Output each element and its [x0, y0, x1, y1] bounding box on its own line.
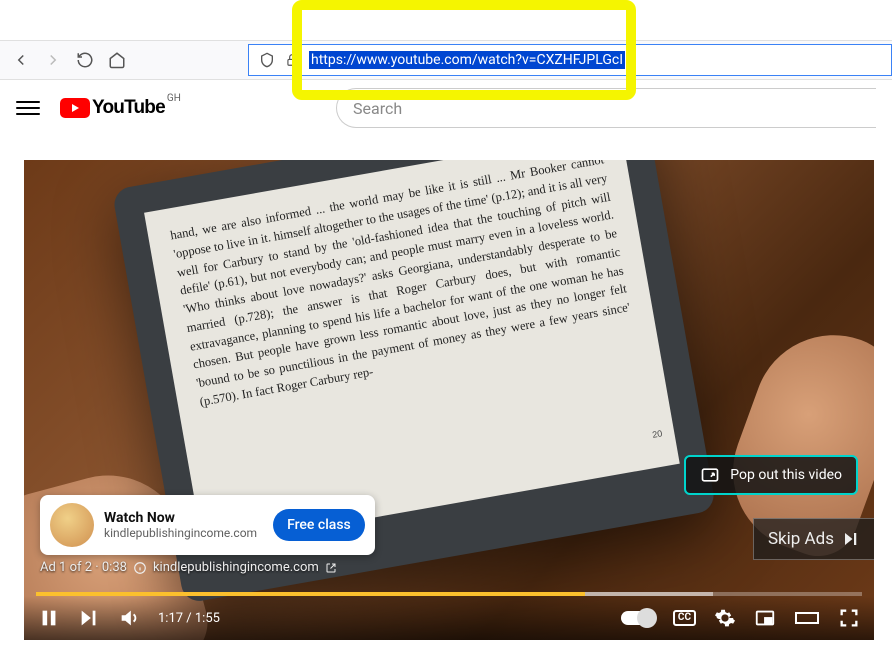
- back-button[interactable]: [12, 51, 30, 69]
- search-placeholder: Search: [353, 99, 402, 118]
- ad-domain-link[interactable]: kindlepublishingincome.com: [153, 560, 319, 575]
- player-controls: 1:17 / 1:55 CC: [24, 596, 874, 640]
- url-text[interactable]: https://www.youtube.com/watch?v=CXZHFJPL…: [309, 51, 625, 69]
- shield-icon: [259, 52, 275, 68]
- browser-toolbar: https://www.youtube.com/watch?v=CXZHFJPL…: [0, 40, 892, 80]
- forward-button: [44, 51, 62, 69]
- skip-label: Skip Ads: [768, 529, 834, 549]
- avatar: [50, 503, 94, 547]
- logo-text: YouTube: [92, 97, 165, 119]
- lock-icon: [285, 53, 299, 67]
- settings-button[interactable]: [714, 607, 736, 629]
- home-button[interactable]: [108, 51, 126, 69]
- volume-button[interactable]: [118, 607, 140, 629]
- play-icon: [60, 98, 90, 118]
- ad-counter: Ad 1 of 2 · 0:38: [40, 560, 127, 575]
- fullscreen-button[interactable]: [838, 607, 860, 629]
- next-button[interactable]: [78, 607, 100, 629]
- reload-button[interactable]: [76, 51, 94, 69]
- youtube-header: YouTube GH Search: [0, 80, 892, 136]
- video-player[interactable]: hand, we are also informed ... the world…: [24, 160, 874, 640]
- ad-subtitle: kindlepublishingincome.com: [104, 526, 257, 540]
- popout-label: Pop out this video: [730, 467, 842, 483]
- ad-cta-button[interactable]: Free class: [273, 509, 365, 541]
- time-display: 1:17 / 1:55: [158, 611, 220, 626]
- book-page: 20: [651, 428, 663, 440]
- captions-button[interactable]: CC: [673, 610, 696, 626]
- youtube-logo[interactable]: YouTube GH: [60, 97, 165, 119]
- search-input[interactable]: Search: [336, 88, 876, 128]
- ad-title: Watch Now: [104, 510, 257, 526]
- skip-ads-button[interactable]: Skip Ads: [753, 518, 874, 560]
- address-bar[interactable]: https://www.youtube.com/watch?v=CXZHFJPL…: [248, 44, 892, 76]
- external-link-icon: [325, 562, 337, 574]
- info-icon[interactable]: [133, 561, 147, 575]
- country-code: GH: [167, 93, 181, 104]
- miniplayer-button[interactable]: [754, 607, 776, 629]
- popout-button[interactable]: Pop out this video: [684, 455, 858, 495]
- ad-info-line: Ad 1 of 2 · 0:38 kindlepublishingincome.…: [40, 560, 337, 575]
- ereader-screen: hand, we are also informed ... the world…: [144, 160, 680, 548]
- ad-overlay-card: Watch Now kindlepublishingincome.com Fre…: [40, 495, 375, 555]
- theater-button[interactable]: [794, 607, 820, 629]
- pause-button[interactable]: [38, 607, 60, 629]
- menu-button[interactable]: [16, 96, 40, 120]
- autoplay-toggle[interactable]: [621, 611, 655, 625]
